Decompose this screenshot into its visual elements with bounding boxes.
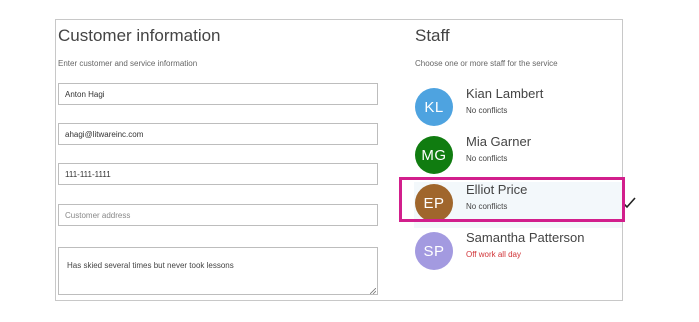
customer-notes-field[interactable]: Has skied several times but never took l… [58,247,378,295]
staff-name: Mia Garner [466,134,532,149]
staff-item-samantha-patterson[interactable]: SP Samantha Patterson Off work all day [414,230,622,276]
customer-name-field[interactable] [58,83,378,105]
customer-address-field[interactable] [58,204,378,226]
resize-grip-icon[interactable] [370,288,376,294]
avatar: MG [415,136,453,174]
staff-name: Elliot Price [466,182,528,197]
staff-status: Off work all day [466,250,521,259]
staff-item-kian-lambert[interactable]: KL Kian Lambert No conflicts [414,86,622,132]
avatar: SP [415,232,453,270]
customer-section-subtitle: Enter customer and service information [58,59,198,68]
customer-phone-field[interactable] [58,163,378,185]
booking-form-panel: Customer information Enter customer and … [55,19,636,301]
cropped-top-text [56,0,276,8]
customer-email-field[interactable] [58,123,378,145]
avatar: KL [415,88,453,126]
staff-status: No conflicts [466,154,508,163]
checkmark-icon [622,197,636,209]
staff-item-mia-garner[interactable]: MG Mia Garner No conflicts [414,134,622,180]
staff-status: No conflicts [466,106,508,115]
staff-section-subtitle: Choose one or more staff for the service [415,59,558,68]
staff-section-title: Staff [415,26,450,45]
staff-item-elliot-price[interactable]: EP Elliot Price No conflicts [414,182,636,228]
avatar: EP [415,184,453,222]
staff-name: Kian Lambert [466,86,544,101]
staff-name: Samantha Patterson [466,230,585,245]
staff-status: No conflicts [466,202,508,211]
customer-section-title: Customer information [58,26,221,45]
